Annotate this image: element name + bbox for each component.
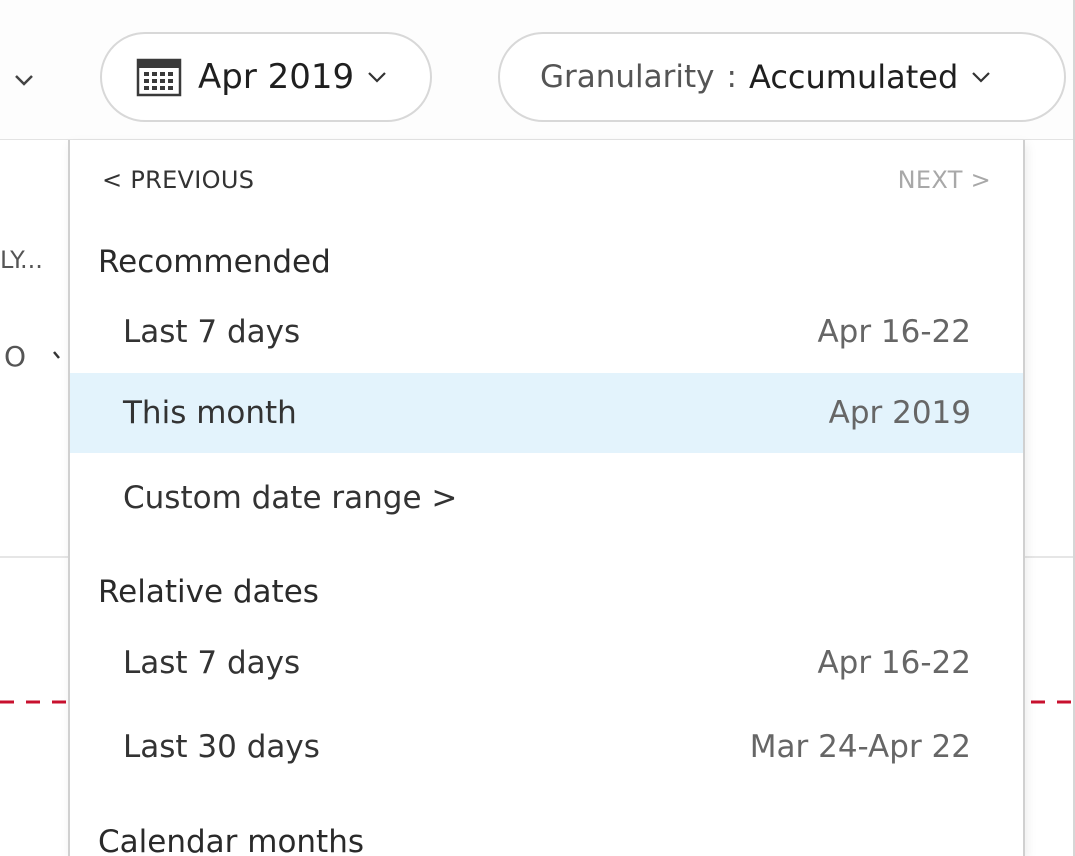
background-text-fragment: LY... xyxy=(0,246,43,274)
date-range-label: Apr 2019 xyxy=(198,57,355,97)
menu-item-label: Last 7 days xyxy=(123,645,301,681)
menu-item-label: Last 7 days xyxy=(123,314,301,350)
section-header-relative-dates: Relative dates xyxy=(98,574,319,610)
previous-button[interactable]: < PREVIOUS xyxy=(102,166,254,194)
chart-divider xyxy=(0,556,70,558)
granularity-value: Accumulated xyxy=(748,58,959,96)
budget-dashed-line xyxy=(1031,700,1075,704)
background-text-fragment: O xyxy=(4,340,27,373)
toolbar: Apr 2019 Granularity : Accumulated xyxy=(0,0,1075,140)
chevron-down-icon[interactable] xyxy=(6,60,42,96)
granularity-label: Granularity xyxy=(540,59,715,95)
menu-item-label: This month xyxy=(123,395,297,431)
menu-item-label: Last 30 days xyxy=(123,729,320,765)
menu-item-last-30-days[interactable]: Last 30 days Mar 24-Apr 22 xyxy=(70,707,1023,787)
chart-divider xyxy=(1025,556,1075,558)
section-header-calendar-months: Calendar months xyxy=(98,824,365,856)
section-header-recommended: Recommended xyxy=(98,244,331,280)
chevron-down-icon xyxy=(972,72,991,83)
granularity-separator: : xyxy=(726,59,737,95)
menu-item-value: Apr 2019 xyxy=(828,395,971,431)
menu-item-value: Mar 24-Apr 22 xyxy=(749,729,971,765)
budget-dashed-line xyxy=(0,700,70,704)
menu-item-custom-date-range[interactable]: Custom date range > xyxy=(70,458,1023,538)
cost-analysis-view: Apr 2019 Granularity : Accumulated LY...… xyxy=(0,0,1075,856)
menu-item-last-7-days[interactable]: Last 7 days Apr 16-22 xyxy=(70,623,1023,703)
menu-item-last-7-days[interactable]: Last 7 days Apr 16-22 xyxy=(70,292,1023,372)
granularity-dropdown[interactable]: Granularity : Accumulated xyxy=(498,32,1066,122)
menu-item-this-month[interactable]: This month Apr 2019 xyxy=(70,373,1023,453)
date-range-menu: < PREVIOUS NEXT > Recommended Last 7 day… xyxy=(68,140,1025,856)
chevron-down-icon xyxy=(368,72,386,83)
calendar-icon xyxy=(136,58,182,97)
menu-item-value: Apr 16-22 xyxy=(817,645,971,681)
chevron-down-icon xyxy=(53,351,60,359)
menu-item-value: Apr 16-22 xyxy=(817,314,971,350)
menu-item-label: Custom date range > xyxy=(123,480,458,516)
next-button[interactable]: NEXT > xyxy=(898,166,991,194)
date-range-dropdown[interactable]: Apr 2019 xyxy=(100,32,432,122)
